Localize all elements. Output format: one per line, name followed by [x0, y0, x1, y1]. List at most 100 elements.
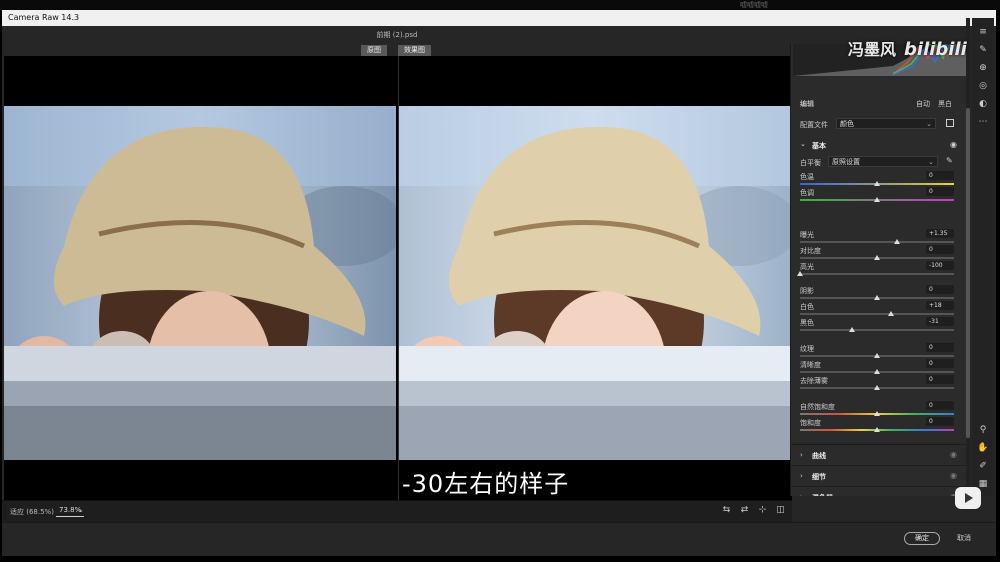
- slider-handle[interactable]: [874, 385, 880, 390]
- after-view-tag[interactable]: 效果图: [398, 45, 431, 56]
- slider-value-input[interactable]: 0: [926, 245, 954, 254]
- copy-settings-icon[interactable]: ⊹: [757, 505, 768, 515]
- profile-browser-grid-icon[interactable]: [946, 119, 954, 127]
- slider-track[interactable]: [800, 241, 954, 243]
- hand-tool-icon[interactable]: ✋: [977, 442, 989, 454]
- slider-handle[interactable]: [849, 327, 856, 332]
- eye-icon[interactable]: ◉: [950, 140, 957, 149]
- more-icon[interactable]: ⋯: [977, 116, 989, 128]
- auto-button[interactable]: 自动: [916, 99, 930, 109]
- ok-button[interactable]: 确定: [904, 532, 940, 545]
- collapsed-section-header[interactable]: › 曲线 ◉: [790, 444, 966, 464]
- slider-track[interactable]: [800, 329, 954, 331]
- slider-row: 清晰度 0: [790, 359, 966, 376]
- slider-row: 色温 0: [790, 171, 966, 188]
- slider-label: 纹理: [800, 345, 814, 353]
- collapsed-section-header[interactable]: ›混色器◉: [790, 486, 966, 496]
- slider-value-input[interactable]: +18: [926, 301, 954, 310]
- slider-label: 饱和度: [800, 419, 821, 427]
- toggle-panel-icon[interactable]: ◫: [775, 505, 786, 515]
- slider-value-input[interactable]: 0: [926, 401, 954, 410]
- white-balance-row: 白平衡 原照设置 ⌄ ✎: [790, 156, 966, 168]
- chevron-down-icon: ⌄: [926, 120, 932, 128]
- chevron-right-icon: ›: [800, 451, 803, 459]
- zoom-tool-icon[interactable]: ⚲: [977, 424, 989, 436]
- slider-track[interactable]: [800, 273, 954, 275]
- profile-select[interactable]: 颜色 ⌄: [836, 118, 936, 129]
- top-caption: 嘘嘘嘘嘘: [740, 1, 768, 9]
- slider-value-input[interactable]: 0: [926, 171, 954, 180]
- watermark-author: 冯墨风: [848, 40, 897, 59]
- slider-value-input[interactable]: +1.35: [926, 229, 954, 238]
- basic-section-header[interactable]: ⌄ 基本 ◉: [790, 138, 966, 152]
- chevron-right-icon: ›: [800, 472, 803, 480]
- slider-handle[interactable]: [874, 369, 880, 374]
- eyedropper-icon[interactable]: ✎: [946, 156, 953, 165]
- slider-label: 黑色: [800, 319, 814, 327]
- slider-handle[interactable]: [874, 353, 880, 358]
- split-view-icon[interactable]: ⇆: [721, 505, 732, 515]
- slider-handle[interactable]: [874, 255, 880, 260]
- healing-tool-icon[interactable]: ⊕: [977, 62, 989, 74]
- slider-track[interactable]: [800, 313, 954, 315]
- slider-handle[interactable]: [874, 411, 880, 416]
- slider-handle[interactable]: [797, 271, 803, 276]
- slider-row: 对比度 0: [790, 245, 966, 262]
- panel-scrollbar[interactable]: [966, 18, 970, 496]
- tool-strip: ≡ ✎ ⊕ ◎ ◐ ⋯ ⚲ ✋ ✐ ▦: [972, 18, 994, 496]
- slider-row: 曝光 +1.35: [790, 229, 966, 246]
- chevron-down-icon: ⌄: [800, 140, 806, 148]
- edit-header: 编辑 自动 黑白: [790, 96, 966, 110]
- profile-row: 配置文件 颜色 ⌄: [790, 118, 966, 130]
- slider-value-input[interactable]: 0: [926, 375, 954, 384]
- panel-scrollbar-thumb[interactable]: [966, 108, 970, 438]
- slider-value-input[interactable]: -100: [926, 261, 954, 270]
- slider-label: 阴影: [800, 287, 814, 295]
- slider-label: 自然饱和度: [800, 403, 835, 411]
- after-photo: [399, 106, 791, 460]
- edit-tool-icon[interactable]: ≡: [977, 26, 989, 38]
- before-photo-graphic: [4, 106, 396, 460]
- after-photo-graphic: [399, 106, 791, 460]
- watermark-site: bilibili: [904, 39, 967, 60]
- slider-value-input[interactable]: 0: [926, 417, 954, 426]
- brush-tool-icon[interactable]: ✎: [977, 44, 989, 56]
- slider-value-input[interactable]: 0: [926, 285, 954, 294]
- slider-value-input[interactable]: -31: [926, 317, 954, 326]
- slider-value-input[interactable]: 0: [926, 187, 954, 196]
- slider-value-input[interactable]: 0: [926, 343, 954, 352]
- slider-handle[interactable]: [874, 197, 880, 202]
- slider-value-input[interactable]: 0: [926, 359, 954, 368]
- eye-icon[interactable]: ◉: [950, 471, 957, 480]
- white-balance-select[interactable]: 原照设置 ⌄: [828, 156, 938, 167]
- black-white-button[interactable]: 黑白: [938, 99, 952, 109]
- before-view-tag[interactable]: 原图: [361, 45, 387, 56]
- sampler-tool-icon[interactable]: ✐: [977, 460, 989, 472]
- slider-label: 色温: [800, 173, 814, 181]
- swap-view-icon[interactable]: ⇄: [739, 505, 750, 515]
- red-eye-tool-icon[interactable]: ◎: [977, 80, 989, 92]
- slider-handle[interactable]: [887, 311, 894, 316]
- slider-row: 高光 -100: [790, 261, 966, 278]
- slider-label: 色调: [800, 189, 814, 197]
- profile-label: 配置文件: [800, 121, 828, 129]
- section-label: 曲线: [812, 452, 826, 460]
- eye-icon[interactable]: ◉: [950, 450, 957, 459]
- slider-handle[interactable]: [874, 295, 880, 300]
- slider-label: 白色: [800, 303, 814, 311]
- slider-row: 纹理 0: [790, 343, 966, 360]
- video-subtitle: -30左右的样子: [402, 470, 570, 498]
- view-mode-tools: ⇆ ⇄ ⊹ ◫: [721, 505, 786, 515]
- slider-row: 自然饱和度 0: [790, 401, 966, 418]
- slider-handle[interactable]: [874, 427, 880, 432]
- slider-handle[interactable]: [874, 181, 880, 186]
- window-title: Camera Raw 14.3: [2, 10, 996, 26]
- zoom-dropdown-chevron-icon[interactable]: ⌄: [78, 506, 84, 514]
- presets-icon[interactable]: ◐: [977, 98, 989, 110]
- cancel-button[interactable]: 取消: [952, 532, 976, 545]
- slider-handle[interactable]: [894, 239, 901, 244]
- collapsed-section-header[interactable]: › 细节 ◉: [790, 465, 966, 485]
- zoom-fit-label[interactable]: 适应 (68.5%): [10, 507, 54, 517]
- basic-section-label: 基本: [812, 142, 826, 150]
- outer-top-bar: 嘘嘘嘘嘘: [0, 0, 1000, 10]
